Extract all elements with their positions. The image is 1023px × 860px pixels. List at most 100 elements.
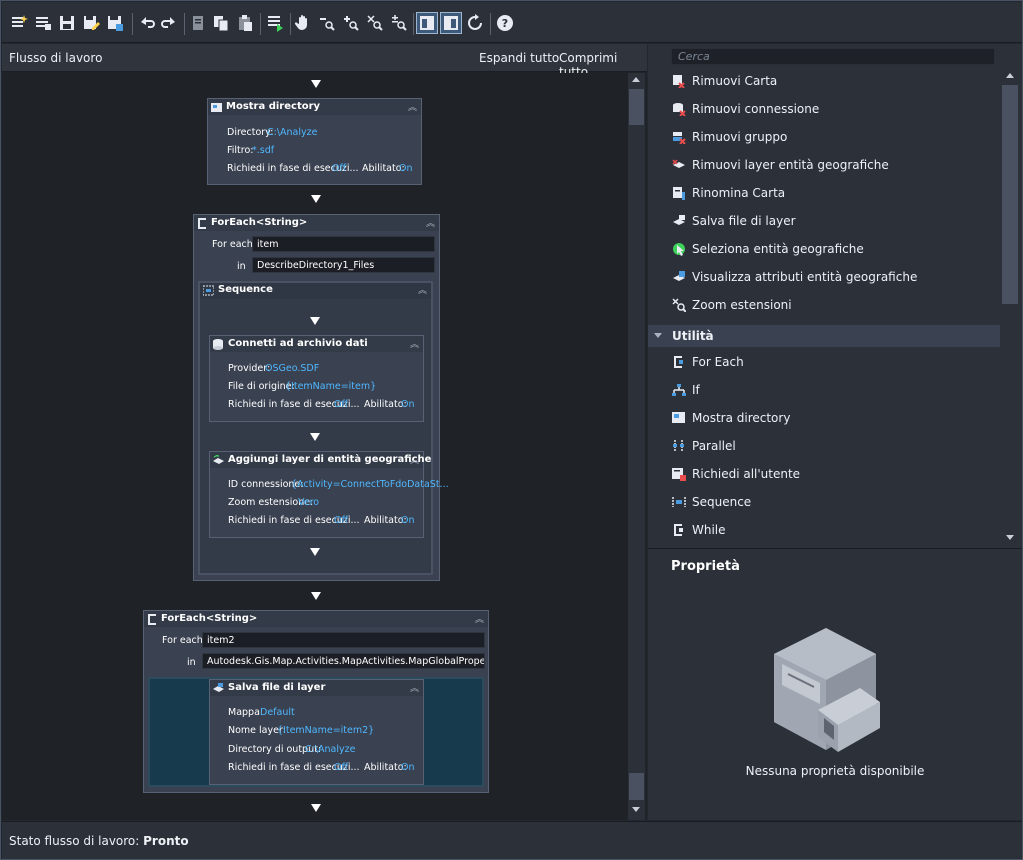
- cut-icon[interactable]: [188, 12, 210, 34]
- toolbox-item[interactable]: Visualizza attributi entità geografiche: [648, 263, 1000, 291]
- layer-name-value[interactable]: {ItemName=item2}: [277, 725, 374, 736]
- toolbox-item[interactable]: While: [648, 516, 1000, 544]
- paste-icon[interactable]: [234, 12, 256, 34]
- layout-toolbox-icon[interactable]: [416, 12, 438, 34]
- expand-all-link[interactable]: Espandi tutto: [479, 51, 559, 65]
- run-workflow-icon[interactable]: [264, 12, 286, 34]
- panel-divider[interactable]: [648, 548, 1022, 549]
- remove-connection-icon: [673, 103, 686, 116]
- zoom-in-icon[interactable]: [340, 12, 362, 34]
- toolbox-item[interactable]: Seleziona entità geografiche: [648, 235, 1000, 263]
- save-icon[interactable]: [56, 12, 78, 34]
- collapse-chevron-icon[interactable]: ︽: [426, 216, 435, 229]
- toolbox-item[interactable]: Rimuovi layer entità geografiche: [648, 151, 1000, 179]
- toolbox-item[interactable]: Mostra directory: [648, 404, 1000, 432]
- workflow-vertical-scrollbar[interactable]: [628, 73, 645, 820]
- scroll-thumb-end[interactable]: [629, 773, 644, 800]
- foreach-body-selected[interactable]: Salva file di layer ︽ Mappa: Default Nom…: [148, 677, 484, 787]
- prompt-user-icon: [672, 468, 686, 481]
- output-directory-value[interactable]: C:\Analyze: [305, 744, 355, 755]
- toolbox-item[interactable]: Sequence: [648, 488, 1000, 516]
- zoom-realtime-icon[interactable]: [388, 12, 410, 34]
- scroll-up-icon[interactable]: [632, 77, 640, 82]
- help-icon[interactable]: ?: [494, 12, 516, 34]
- foreach-activity[interactable]: ForEach<String> ︽ For each item in Descr…: [193, 214, 449, 581]
- filter-value[interactable]: *.sdf: [252, 145, 274, 156]
- toolbox-item[interactable]: Rimuovi gruppo: [648, 123, 1000, 151]
- while-icon: [674, 524, 683, 536]
- zoom-out-icon[interactable]: [316, 12, 338, 34]
- rename-map-icon: [673, 187, 685, 200]
- toolbox-item[interactable]: For Each: [648, 348, 1000, 376]
- enabled-value[interactable]: On: [399, 163, 413, 174]
- workflow-canvas[interactable]: Mostra directory ︽ Directory: C:\Analyze…: [2, 73, 628, 820]
- zoom-extents-tool-icon[interactable]: [364, 12, 386, 34]
- provider-value[interactable]: OSGeo.SDF: [265, 363, 319, 374]
- new-workflow-icon[interactable]: [8, 12, 30, 34]
- scroll-thumb[interactable]: [1002, 85, 1018, 304]
- foreach-activity[interactable]: ForEach<String> ︽ For each item2 in Auto…: [143, 610, 489, 793]
- toolbox-item[interactable]: Salva file di layer: [648, 207, 1000, 235]
- scroll-up-icon[interactable]: [1006, 73, 1014, 78]
- zoom-extent-value[interactable]: Vero: [298, 497, 319, 508]
- foreach-icon: [198, 218, 206, 229]
- collapse-chevron-icon[interactable]: ︽: [410, 337, 419, 350]
- toolbox-item[interactable]: Zoom estensioni: [648, 291, 1000, 319]
- describe-directory-activity[interactable]: Mostra directory ︽ Directory: C:\Analyze…: [207, 98, 422, 185]
- toolbox-item-label: Salva file di layer: [692, 214, 796, 228]
- connect-datastore-activity[interactable]: Connetti ad archivio dati ︽ Provider: OS…: [209, 335, 424, 422]
- pan-icon[interactable]: [292, 12, 314, 34]
- toolbox-search-input[interactable]: Cerca: [671, 48, 995, 65]
- collapse-chevron-icon[interactable]: ︽: [475, 612, 484, 625]
- enabled-value[interactable]: On: [401, 515, 415, 526]
- source-file-value[interactable]: {ItemName=item}: [285, 381, 376, 392]
- enabled-value[interactable]: On: [401, 399, 415, 410]
- select-features-icon: [673, 243, 685, 256]
- prompt-value[interactable]: Off: [334, 762, 348, 773]
- collapse-chevron-icon[interactable]: ︽: [410, 681, 419, 694]
- category-utility[interactable]: Utilità: [648, 325, 1000, 347]
- undo-icon[interactable]: [136, 12, 158, 34]
- in-label: in: [237, 261, 246, 272]
- save-to-map-icon[interactable]: [104, 12, 126, 34]
- add-feature-layer-activity[interactable]: Aggiungi layer di entità geografiche ︽ I…: [209, 451, 449, 538]
- sequence-activity[interactable]: Sequence ︽ Connetti ad archivio dati ︽ P…: [198, 281, 449, 575]
- toolbox-item[interactable]: Rinomina Carta: [648, 179, 1000, 207]
- connection-id-value[interactable]: {Activity=ConnectToFdoDataSt...: [291, 479, 449, 490]
- in-collection-field[interactable]: Autodesk.Gis.Map.Activities.MapActivitie…: [202, 653, 485, 669]
- save-layer-file-activity[interactable]: Salva file di layer ︽ Mappa: Default Nom…: [209, 679, 424, 785]
- workflow-status: Stato flusso di lavoro: Pronto: [9, 834, 189, 848]
- foreach-variable-field[interactable]: item2: [202, 632, 485, 648]
- toolbox-item[interactable]: If: [648, 376, 1000, 404]
- save-as-icon[interactable]: [80, 12, 102, 34]
- prompt-value[interactable]: Off: [334, 399, 348, 410]
- flow-arrow: [310, 433, 320, 441]
- scroll-down-icon[interactable]: [632, 807, 640, 812]
- collapse-chevron-icon[interactable]: ︽: [410, 453, 419, 466]
- toolbox-item[interactable]: Parallel: [648, 432, 1000, 460]
- copy-icon[interactable]: [210, 12, 232, 34]
- map-value[interactable]: Default: [260, 707, 295, 718]
- toolbox-item[interactable]: Rimuovi Carta: [648, 67, 1000, 95]
- toolbox-item[interactable]: Rimuovi connessione: [648, 95, 1000, 123]
- collapse-chevron-icon[interactable]: ︽: [418, 283, 427, 296]
- scroll-down-icon[interactable]: [1006, 535, 1014, 540]
- foreach-label: For each: [162, 635, 203, 646]
- in-collection-field[interactable]: DescribeDirectory1_Files: [252, 257, 435, 273]
- prompt-value[interactable]: Off: [332, 163, 346, 174]
- collapse-chevron-icon[interactable]: ︽: [408, 100, 417, 113]
- flow-arrow: [311, 195, 321, 203]
- foreach-variable-field[interactable]: item: [252, 236, 435, 252]
- layout-properties-icon[interactable]: [440, 12, 462, 34]
- prompt-value[interactable]: Off: [334, 515, 348, 526]
- redo-icon[interactable]: [158, 12, 180, 34]
- enabled-value[interactable]: On: [401, 762, 415, 773]
- toolbox-item[interactable]: Richiedi all'utente: [648, 460, 1000, 488]
- toolbox-item-label: Richiedi all'utente: [692, 467, 801, 481]
- foreach-icon: [148, 614, 156, 625]
- directory-value[interactable]: C:\Analyze: [267, 127, 317, 138]
- toolbox-vertical-scrollbar[interactable]: [1001, 67, 1019, 548]
- open-workflow-icon[interactable]: [32, 12, 54, 34]
- refresh-icon[interactable]: [464, 12, 486, 34]
- scroll-thumb[interactable]: [629, 89, 644, 125]
